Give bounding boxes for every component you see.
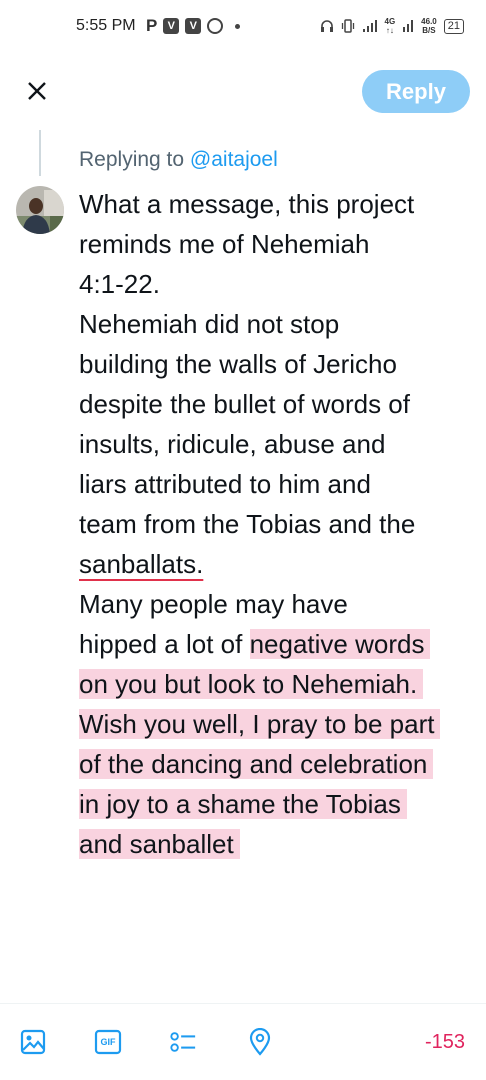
thread-connector	[39, 130, 41, 176]
headset-icon	[320, 20, 333, 32]
misspelled-word[interactable]: sanballats.	[79, 549, 203, 579]
whatsapp-icon	[207, 18, 224, 34]
poll-button[interactable]	[169, 1028, 197, 1056]
signal-icon-2	[403, 20, 414, 32]
vibrate-icon	[341, 19, 354, 33]
tweet-text-input[interactable]: What a message, this project reminds me …	[79, 184, 474, 864]
avatar[interactable]	[16, 186, 64, 234]
network-type: 4G ↑↓	[384, 17, 396, 35]
data-speed: 46.0 B/S	[421, 17, 437, 35]
notification-icons: P V V	[146, 16, 241, 36]
status-bar: 5:55 PM P V V 4G ↑↓ 46.0 B/S 21	[0, 0, 486, 56]
over-limit-text: in joy to a shame the Tobias	[79, 789, 407, 819]
text-line: and sanballet	[79, 824, 474, 864]
compose-header: Reply	[0, 56, 486, 130]
text-line: sanballats.	[79, 544, 474, 584]
status-time: 5:55 PM	[76, 17, 136, 34]
signal-icon	[362, 20, 377, 32]
text-line: reminds me of Nehemiah	[79, 229, 370, 259]
character-count: -153	[424, 1031, 465, 1053]
reply-button[interactable]: Reply	[362, 70, 470, 113]
gif-label: GIF	[100, 1037, 116, 1047]
text-line: Nehemiah did not stop	[79, 309, 340, 339]
more-notifications-icon	[235, 23, 241, 29]
close-icon	[28, 82, 46, 100]
over-limit-text: on you but look to Nehemiah.	[79, 669, 424, 699]
text-plain: hipped a lot of	[79, 629, 243, 659]
text-line: insults, ridicule, abuse and	[79, 429, 386, 459]
battery-icon: 21	[443, 18, 464, 34]
close-button[interactable]	[22, 76, 52, 106]
v-app-icon: V	[163, 18, 180, 34]
system-icons: 4G ↑↓ 46.0 B/S 21	[320, 15, 464, 37]
compose-toolbar: GIF -153	[0, 1003, 486, 1080]
text-line: in joy to a shame the Tobias	[79, 784, 474, 824]
text-line: liars attributed to him and	[79, 469, 371, 499]
over-limit-text: and sanballet	[79, 829, 240, 859]
location-icon	[249, 1028, 271, 1056]
text-line: on you but look to Nehemiah.	[79, 664, 474, 704]
poll-icon	[170, 1032, 196, 1052]
text-line: hipped a lot of negative words	[79, 624, 474, 664]
text-line: What a message, this project	[79, 189, 415, 219]
text-line: 4:1-22.	[79, 269, 160, 299]
over-limit-text: negative words	[249, 629, 431, 659]
text-line: team from the Tobias and the	[79, 509, 416, 539]
location-button[interactable]	[246, 1028, 274, 1056]
over-limit-text: of the dancing and celebration	[79, 749, 434, 779]
image-button[interactable]	[19, 1028, 47, 1056]
gif-button[interactable]: GIF	[94, 1028, 122, 1056]
replying-to: Replying to @aitajoel	[79, 148, 278, 172]
text-line: Wish you well, I pray to be part	[79, 704, 474, 744]
replying-to-handle[interactable]: @aitajoel	[190, 148, 278, 171]
text-line: despite the bullet of words of	[79, 389, 410, 419]
image-icon	[20, 1029, 46, 1055]
v-app-icon-2: V	[185, 18, 202, 34]
carrier-p-icon: P	[146, 16, 158, 35]
text-line: building the walls of Jericho	[79, 349, 397, 379]
text-line: Many people may have	[79, 589, 348, 619]
replying-to-label: Replying to	[79, 148, 185, 171]
text-line: of the dancing and celebration	[79, 744, 474, 784]
over-limit-text: Wish you well, I pray to be part	[79, 709, 441, 739]
avatar-image	[16, 186, 64, 234]
